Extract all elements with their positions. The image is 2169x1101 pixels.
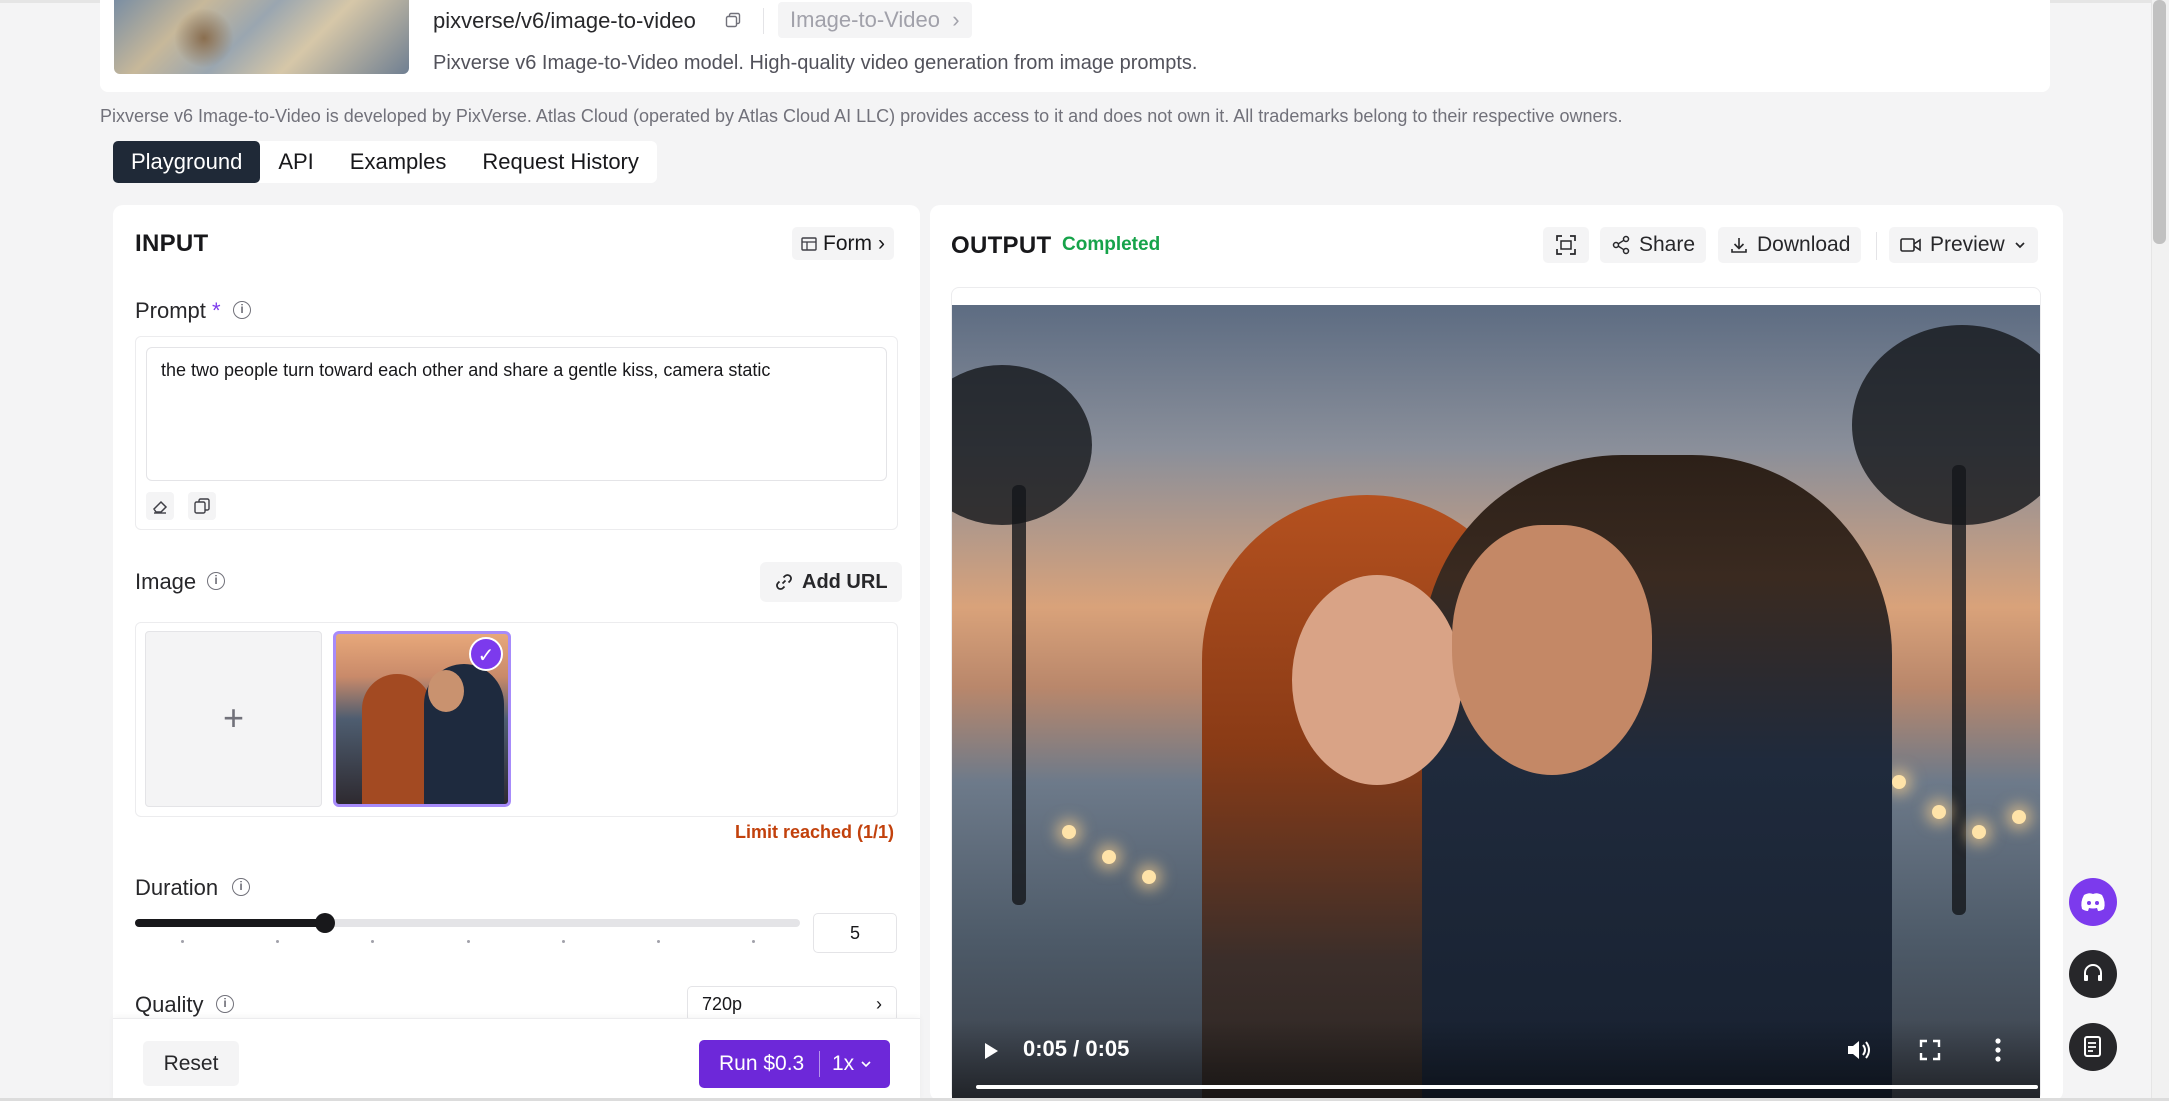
limit-reached-text: Limit reached (1/1) bbox=[735, 822, 895, 842]
duration-input[interactable]: 5 bbox=[813, 913, 897, 953]
download-label: Download bbox=[1757, 233, 1851, 256]
video-camera-icon bbox=[1900, 238, 1921, 252]
quality-select[interactable]: 720p › bbox=[687, 986, 897, 1022]
tab-playground[interactable]: Playground bbox=[113, 141, 261, 183]
tab-api[interactable]: API bbox=[260, 141, 331, 183]
add-url-button[interactable]: Add URL bbox=[760, 562, 902, 602]
add-url-label: Add URL bbox=[802, 571, 888, 593]
reset-button[interactable]: Reset bbox=[143, 1041, 239, 1086]
more-options-icon[interactable] bbox=[1992, 1037, 2004, 1063]
slider-tick bbox=[657, 940, 660, 943]
video-progress-bar[interactable] bbox=[976, 1085, 2038, 1089]
model-thumbnail bbox=[114, 0, 409, 74]
headset-icon bbox=[2084, 964, 2102, 981]
fit-screen-button[interactable] bbox=[1543, 227, 1589, 263]
tab-bar: Playground API Examples Request History bbox=[113, 141, 657, 183]
tab-request-history[interactable]: Request History bbox=[464, 141, 657, 183]
category-chip[interactable]: Image-to-Video › bbox=[778, 2, 972, 38]
slider-tick bbox=[371, 940, 374, 943]
output-title: OUTPUT bbox=[951, 232, 1052, 259]
share-button[interactable]: Share bbox=[1600, 227, 1707, 263]
eraser-icon[interactable] bbox=[146, 492, 174, 520]
share-icon bbox=[1612, 235, 1630, 255]
check-icon: ✓ bbox=[469, 637, 503, 671]
chevron-right-icon: › bbox=[878, 232, 885, 255]
quality-label: Quality bbox=[135, 992, 204, 1017]
slider-tick bbox=[562, 940, 565, 943]
preview-label: Preview bbox=[1930, 233, 2005, 256]
multiplier-value: 1x bbox=[832, 1052, 855, 1075]
slider-tick bbox=[752, 940, 755, 943]
video-player[interactable] bbox=[952, 305, 2040, 1101]
form-view-button[interactable]: Form › bbox=[792, 227, 894, 260]
category-label: Image-to-Video bbox=[790, 7, 941, 32]
link-icon bbox=[776, 574, 792, 590]
run-button[interactable]: Run $0.3 1x bbox=[699, 1040, 890, 1088]
share-label: Share bbox=[1639, 233, 1696, 256]
chevron-right-icon: › bbox=[876, 994, 882, 1014]
prompt-label-text: Prompt bbox=[135, 298, 206, 323]
slider-tick bbox=[467, 940, 470, 943]
download-icon bbox=[1731, 238, 1747, 253]
copy-icon[interactable] bbox=[725, 12, 741, 28]
multiplier-select[interactable]: 1x bbox=[820, 1052, 872, 1076]
prompt-label: Prompt * bbox=[135, 298, 221, 324]
notes-icon bbox=[2084, 1036, 2101, 1057]
duration-slider-fill bbox=[135, 919, 326, 927]
support-button[interactable] bbox=[2069, 950, 2117, 998]
chevron-down-icon bbox=[2015, 242, 2025, 249]
slider-tick bbox=[276, 940, 279, 943]
volume-icon[interactable] bbox=[1845, 1037, 1873, 1063]
model-path: pixverse/v6/image-to-video bbox=[433, 8, 696, 33]
play-icon[interactable] bbox=[980, 1040, 1002, 1062]
chevron-right-icon: › bbox=[946, 7, 960, 32]
preview-select[interactable]: Preview bbox=[1889, 227, 2038, 263]
required-mark: * bbox=[212, 298, 221, 323]
download-button[interactable]: Download bbox=[1718, 227, 1862, 263]
duration-label: Duration bbox=[135, 875, 219, 900]
feedback-button[interactable] bbox=[2069, 1023, 2117, 1071]
copy-prompt-icon[interactable] bbox=[188, 492, 216, 520]
fullscreen-icon[interactable] bbox=[1919, 1039, 1941, 1061]
status-badge: Completed bbox=[1062, 234, 1161, 255]
image-label: Image bbox=[135, 569, 197, 594]
table-icon bbox=[801, 236, 817, 251]
prompt-info-icon[interactable]: i bbox=[233, 301, 251, 319]
form-button-label: Form bbox=[823, 232, 872, 255]
run-button-label: Run $0.3 bbox=[719, 1052, 805, 1075]
output-toolbar-divider bbox=[1876, 232, 1877, 260]
duration-info-icon[interactable]: i bbox=[232, 878, 250, 896]
model-description: Pixverse v6 Image-to-Video model. High-q… bbox=[433, 52, 1198, 74]
tab-examples[interactable]: Examples bbox=[332, 141, 465, 183]
chevron-down-icon bbox=[861, 1061, 871, 1068]
discord-icon bbox=[2081, 893, 2105, 911]
fit-screen-icon bbox=[1556, 235, 1576, 255]
video-time: 0:05 / 0:05 bbox=[1023, 1036, 1130, 1061]
quality-info-icon[interactable]: i bbox=[216, 995, 234, 1013]
disclaimer-text: Pixverse v6 Image-to-Video is developed … bbox=[100, 106, 1623, 126]
duration-slider-handle[interactable] bbox=[315, 913, 335, 933]
scrollbar-thumb[interactable] bbox=[2153, 0, 2166, 244]
input-title: INPUT bbox=[135, 230, 209, 257]
upload-image-tile[interactable]: + bbox=[145, 631, 322, 807]
quality-value: 720p bbox=[702, 994, 743, 1014]
header-divider bbox=[763, 8, 764, 34]
slider-tick bbox=[181, 940, 184, 943]
prompt-textarea[interactable]: the two people turn toward each other an… bbox=[146, 347, 887, 481]
image-info-icon[interactable]: i bbox=[207, 572, 225, 590]
discord-button[interactable] bbox=[2069, 878, 2117, 926]
